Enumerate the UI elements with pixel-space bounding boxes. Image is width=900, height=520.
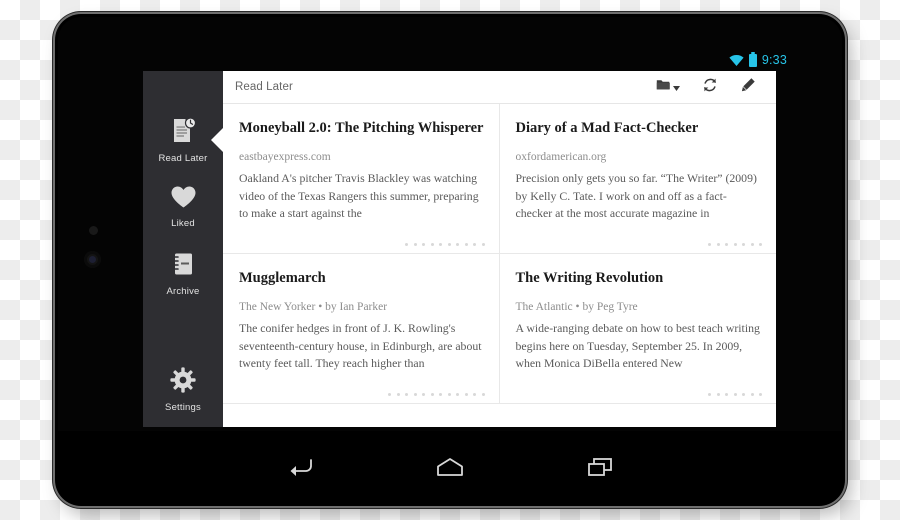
progress-dot	[759, 243, 762, 246]
article-card[interactable]: Moneyball 2.0: The Pitching Whisperer ea…	[223, 104, 500, 254]
wifi-icon	[729, 54, 744, 66]
article-title: Moneyball 2.0: The Pitching Whisperer	[239, 120, 484, 136]
article-excerpt: Precision only gets you so far. “The Wri…	[515, 171, 757, 220]
progress-dot	[725, 393, 728, 396]
article-source: eastbayexpress.com	[239, 150, 331, 163]
progress-dot	[396, 393, 400, 396]
progress-dot	[716, 243, 720, 246]
front-camera-icon	[84, 251, 101, 268]
progress-dot	[456, 243, 459, 246]
progress-dot	[742, 243, 745, 246]
sensor-icon	[89, 226, 98, 235]
progress-dot	[422, 393, 425, 396]
sidebar-item-label: Read Later	[158, 153, 208, 164]
status-clock: 9:33	[761, 53, 787, 67]
progress-dot	[422, 243, 425, 246]
sidebar-item-settings[interactable]: Settings	[143, 367, 223, 413]
progress-dot	[708, 243, 711, 246]
sidebar-item-label: Liked	[171, 218, 195, 229]
article-card[interactable]: The Writing Revolution The Atlantic • by…	[499, 254, 776, 404]
content-area: Read Later Moneyball 2.0: The Pitching W…	[223, 71, 776, 427]
progress-dot	[708, 393, 711, 396]
article-card[interactable]: Mugglemarch The New Yorker • by Ian Park…	[223, 254, 500, 404]
folder-dropdown-button[interactable]	[656, 78, 680, 96]
sidebar-item-label: Settings	[165, 402, 201, 413]
progress-dot	[439, 243, 442, 246]
progress-dots	[405, 243, 485, 246]
sync-button[interactable]	[702, 77, 718, 98]
progress-dot	[733, 393, 737, 396]
gear-icon	[143, 367, 223, 398]
progress-dot	[447, 243, 451, 246]
progress-dot	[464, 393, 468, 396]
progress-dot	[473, 243, 476, 246]
progress-dot	[430, 393, 434, 396]
sidebar: Read Later Liked Archive Settings	[143, 71, 224, 427]
progress-dots	[388, 393, 485, 396]
progress-dots	[708, 243, 762, 246]
app-bar: Read Later	[223, 71, 776, 104]
progress-dot	[464, 243, 468, 246]
article-source: The Atlantic • by Peg Tyre	[515, 300, 638, 313]
progress-dot	[733, 243, 737, 246]
page-title: Read Later	[235, 81, 293, 93]
progress-dot	[405, 243, 408, 246]
progress-dot	[447, 393, 451, 396]
home-button[interactable]	[375, 457, 525, 477]
article-excerpt: The conifer hedges in front of J. K. Row…	[239, 321, 482, 370]
app-bar-actions	[656, 77, 764, 98]
screenshot-root: 9:33 Read Later Liked Archive Settings R…	[0, 0, 900, 520]
back-arrow-icon	[287, 457, 313, 477]
article-excerpt: Oakland A's pitcher Travis Blackley was …	[239, 171, 479, 220]
heart-icon	[143, 185, 223, 214]
app-window: Read Later Liked Archive Settings Read L…	[143, 71, 776, 427]
progress-dot	[413, 393, 417, 396]
progress-dot	[481, 393, 485, 396]
article-title: Mugglemarch	[239, 270, 326, 286]
tablet-screen: 9:33 Read Later Liked Archive Settings R…	[58, 17, 842, 503]
back-button[interactable]	[225, 457, 375, 477]
progress-dot	[759, 393, 762, 396]
progress-dot	[750, 393, 754, 396]
notebook-icon	[143, 251, 223, 282]
battery-icon	[748, 51, 757, 67]
article-source: The New Yorker • by Ian Parker	[239, 300, 388, 313]
article-source: oxfordamerican.org	[515, 150, 607, 163]
article-title: The Writing Revolution	[515, 270, 664, 286]
progress-dot	[405, 393, 408, 396]
progress-dot	[388, 393, 391, 396]
recents-button[interactable]	[525, 457, 675, 477]
progress-dot	[481, 243, 485, 246]
tablet-device: 9:33 Read Later Liked Archive Settings R…	[55, 14, 845, 506]
progress-dot	[473, 393, 476, 396]
article-excerpt: A wide-ranging debate on how to best tea…	[515, 321, 760, 370]
article-card[interactable]: Diary of a Mad Fact-Checker oxfordameric…	[499, 104, 776, 254]
sidebar-item-read-later[interactable]: Read Later	[143, 117, 223, 164]
progress-dot	[439, 393, 442, 396]
home-icon	[436, 457, 464, 477]
article-grid: Moneyball 2.0: The Pitching Whisperer ea…	[223, 104, 776, 427]
refresh-icon	[702, 77, 718, 98]
progress-dot	[413, 243, 417, 246]
sidebar-item-label: Archive	[166, 286, 200, 297]
recent-apps-icon	[587, 457, 613, 477]
document-clock-icon	[143, 117, 223, 149]
android-nav-bar	[58, 431, 842, 503]
progress-dot	[456, 393, 459, 396]
sidebar-item-archive[interactable]: Archive	[143, 251, 223, 297]
article-title: Diary of a Mad Fact-Checker	[515, 120, 699, 136]
compose-button[interactable]	[740, 77, 756, 98]
folder-icon	[656, 78, 671, 96]
progress-dots	[708, 393, 762, 396]
progress-dot	[725, 243, 728, 246]
pencil-icon	[740, 77, 756, 98]
progress-dot	[742, 393, 745, 396]
status-bar: 9:33	[58, 50, 842, 70]
progress-dot	[716, 393, 720, 396]
progress-dot	[750, 243, 754, 246]
progress-dot	[430, 243, 434, 246]
sidebar-item-liked[interactable]: Liked	[143, 185, 223, 229]
chevron-down-icon	[673, 78, 680, 96]
